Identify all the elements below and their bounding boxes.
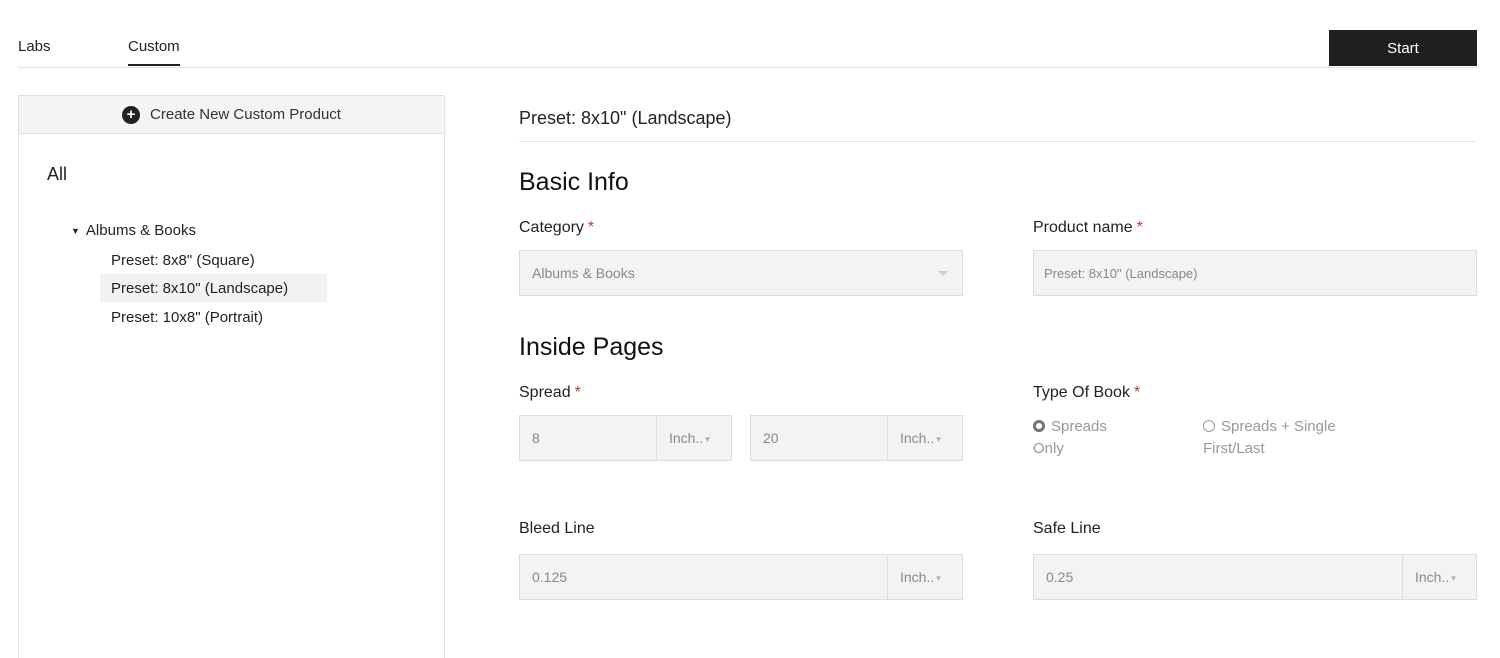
bleed-line-input[interactable]: 0.125 (519, 554, 889, 600)
radio-spreads-only-label-1: Spreads (1051, 418, 1107, 435)
radio-spreads-single-label-1: Spreads + Single (1221, 418, 1336, 435)
create-custom-product-button[interactable]: + Create New Custom Product (19, 96, 444, 134)
safe-line-input[interactable]: 0.25 (1033, 554, 1403, 600)
category-select-value: Albums & Books (532, 265, 635, 281)
tab-labs[interactable]: Labs (18, 38, 51, 55)
dropdown-arrow-icon: ▾ (1451, 573, 1456, 583)
spread-width-input[interactable]: 8 (519, 415, 657, 461)
bleed-line-label: Bleed Line (519, 520, 595, 537)
bleed-line-unit-value: Inch.. (900, 569, 935, 585)
inside-pages-heading: Inside Pages (519, 333, 664, 361)
tree-group-albums-books[interactable]: ▼ Albums & Books (71, 222, 196, 239)
top-tab-bar: Labs Custom Start (18, 0, 1477, 68)
product-name-label-text: Product name (1033, 219, 1133, 236)
radio-selected-icon (1033, 420, 1045, 432)
tab-custom[interactable]: Custom (128, 38, 180, 66)
plus-circle-icon: + (122, 105, 141, 124)
spread-width-value: 8 (532, 430, 540, 446)
dropdown-arrow-icon (938, 271, 948, 276)
bleed-line-value: 0.125 (532, 569, 568, 585)
dropdown-arrow-icon: ▾ (936, 573, 941, 583)
safe-line-label: Safe Line (1033, 520, 1101, 537)
start-button[interactable]: Start (1329, 30, 1477, 66)
spread-width-unit-value: Inch.. (669, 430, 704, 446)
tree-all-item[interactable]: All (47, 164, 67, 185)
product-name-value: Preset: 8x10" (Landscape) (1044, 265, 1198, 281)
radio-unselected-icon (1203, 420, 1215, 432)
category-label: Category * (519, 219, 594, 237)
caret-down-icon: ▼ (71, 225, 80, 236)
product-name-label: Product name * (1033, 219, 1143, 237)
safe-line-unit-select[interactable]: Inch.. ▾ (1402, 554, 1477, 600)
required-mark: * (574, 384, 581, 401)
product-name-field[interactable]: Preset: 8x10" (Landscape) (1033, 250, 1477, 296)
title-divider (519, 141, 1477, 142)
required-mark: * (587, 219, 595, 236)
category-label-text: Category (519, 219, 584, 236)
page-title: Preset: 8x10" (Landscape) (519, 108, 732, 128)
safe-line-unit-value: Inch.. (1415, 569, 1450, 585)
product-tree-panel: + Create New Custom Product All ▼ Albums… (18, 95, 445, 658)
radio-spreads-only-label-2: Only (1033, 440, 1064, 457)
create-custom-product-label: Create New Custom Product (150, 106, 341, 123)
required-mark: * (1136, 219, 1143, 236)
type-of-book-label-text: Type Of Book (1033, 384, 1130, 401)
basic-info-heading: Basic Info (519, 168, 629, 196)
radio-spreads-single-label-2: First/Last (1203, 440, 1265, 457)
radio-spreads-single-first-last[interactable]: Spreads + Single First/Last (1203, 416, 1336, 460)
spread-label: Spread * (519, 384, 581, 402)
type-of-book-label: Type Of Book * (1033, 384, 1140, 402)
spread-height-unit-value: Inch.. (900, 430, 935, 446)
spread-height-unit-select[interactable]: Inch.. ▾ (887, 415, 963, 461)
spread-height-input[interactable]: 20 (750, 415, 888, 461)
tree-item-10x8-portrait[interactable]: Preset: 10x8" (Portrait) (100, 303, 327, 331)
dropdown-arrow-icon: ▾ (936, 434, 941, 444)
bleed-line-unit-select[interactable]: Inch.. ▾ (887, 554, 963, 600)
tree-group-label: Albums & Books (85, 222, 196, 239)
spread-height-value: 20 (763, 430, 779, 446)
spread-width-unit-select[interactable]: Inch.. ▾ (656, 415, 732, 461)
required-mark: * (1133, 384, 1141, 401)
dropdown-arrow-icon: ▾ (705, 434, 710, 444)
category-select[interactable]: Albums & Books (519, 250, 963, 296)
safe-line-value: 0.25 (1046, 569, 1074, 585)
spread-label-text: Spread (519, 384, 571, 401)
radio-spreads-only[interactable]: Spreads Only (1033, 416, 1107, 460)
tree-item-8x8-square[interactable]: Preset: 8x8" (Square) (100, 246, 327, 274)
tree-item-8x10-landscape[interactable]: Preset: 8x10" (Landscape) (100, 274, 327, 302)
